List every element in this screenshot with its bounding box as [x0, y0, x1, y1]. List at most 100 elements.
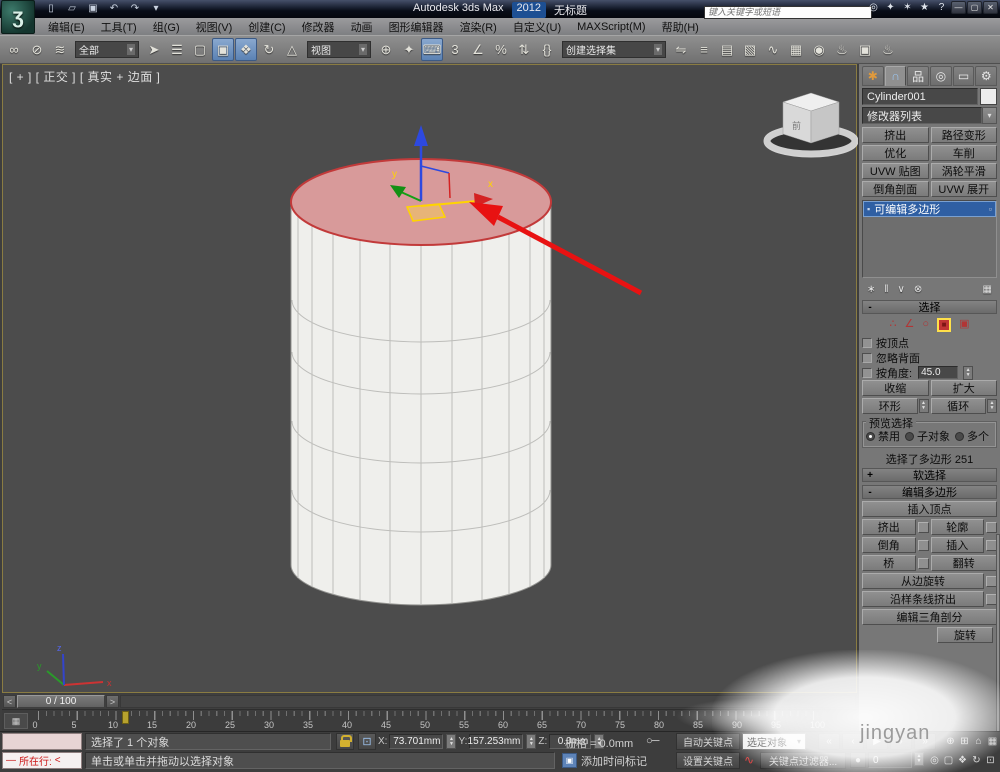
maximize-viewport-icon[interactable]: ⊡ — [984, 752, 997, 769]
by-vertex-checkbox[interactable]: 按顶点 — [862, 335, 997, 350]
loop-spinner[interactable] — [987, 399, 997, 413]
stack-item-status-icon[interactable]: ▫ — [989, 204, 992, 214]
frame-spinner[interactable] — [914, 752, 924, 766]
time-tag-icon[interactable]: ▣ — [562, 753, 577, 768]
remove-modifier-icon[interactable]: ⊗ — [914, 284, 922, 295]
shrink-button[interactable]: 收缩 — [862, 380, 929, 396]
key-mode-toggle-icon[interactable]: ● — [850, 752, 866, 768]
align-icon[interactable]: ≡ — [693, 38, 715, 61]
modifier-bevel-profile-button[interactable]: 倒角剖面 — [862, 181, 929, 197]
modifier-optimize-button[interactable]: 优化 — [862, 145, 929, 161]
tab-display[interactable]: ▭ — [953, 66, 975, 86]
menu-animation[interactable]: 动画 — [343, 18, 381, 35]
3dsmax-logo-icon[interactable]: ʒ — [1, 0, 35, 34]
unlink-selection-icon[interactable]: ⊘ — [26, 38, 48, 61]
viewcube[interactable]: 前 — [764, 93, 858, 156]
modifier-extrude-button[interactable]: 挤出 — [862, 127, 929, 143]
use-pivot-point-center-icon[interactable]: ⊕ — [375, 38, 397, 61]
y-coordinate-field[interactable]: 157.253mm — [469, 734, 523, 749]
go-to-end-icon[interactable]: » — [914, 733, 936, 750]
select-object-icon[interactable]: ➤ — [143, 38, 165, 61]
insert-vertex-button[interactable]: 插入顶点 — [862, 501, 997, 517]
infocenter-key-icon[interactable]: ✦ — [884, 2, 897, 13]
spinner-snap-icon[interactable]: ⇅ — [513, 38, 535, 61]
extrude-button[interactable]: 挤出 — [862, 519, 916, 535]
vertex-subobject-icon[interactable]: ∴ — [890, 319, 897, 330]
zoom-icon[interactable]: ⊕ — [944, 733, 957, 750]
bind-to-space-warp-icon[interactable]: ≋ — [49, 38, 71, 61]
percent-snap-icon[interactable]: % — [490, 38, 512, 61]
time-slider-track[interactable] — [120, 695, 856, 708]
schematic-view-icon[interactable]: ▦ — [785, 38, 807, 61]
menu-views[interactable]: 视图(V) — [188, 18, 241, 35]
select-and-manipulate-icon[interactable]: ✦ — [398, 38, 420, 61]
x-spinner[interactable] — [446, 734, 456, 749]
tab-utilities[interactable]: ⚙ — [975, 66, 997, 86]
search-icon[interactable]: ◎ — [867, 2, 880, 13]
element-subobject-icon[interactable]: ▣ — [959, 319, 969, 330]
previous-frame-step-button[interactable]: < — [3, 695, 16, 708]
communication-center-icon[interactable]: ✶ — [901, 2, 914, 13]
make-unique-icon[interactable]: ∨ — [898, 284, 905, 295]
checkbox-icon[interactable] — [862, 368, 872, 378]
modifier-list-dropdown[interactable]: 修改器列表 — [862, 107, 997, 124]
bevel-settings-icon[interactable] — [918, 540, 929, 551]
previous-frame-icon[interactable]: ‹ — [842, 733, 864, 750]
infocenter-search-input[interactable] — [704, 6, 872, 19]
next-frame-icon[interactable]: › — [890, 733, 912, 750]
menu-graph-editors[interactable]: 图形编辑器 — [381, 18, 452, 35]
absolute-mode-icon[interactable]: ⊡ — [358, 733, 376, 750]
modifier-uvw-unwrap-button[interactable]: UVW 展开 — [931, 181, 998, 197]
keyboard-shortcut-override-icon[interactable]: ⌨ — [421, 38, 443, 61]
tab-create[interactable]: ✱ — [862, 66, 884, 86]
minimize-button[interactable]: — — [951, 1, 966, 14]
maxscript-listener-line[interactable]: — 所在行: < — [2, 752, 82, 769]
command-panel-scrollbar[interactable] — [996, 534, 1000, 731]
modifier-lathe-button[interactable]: 车削 — [931, 145, 998, 161]
flip-button[interactable]: 翻转 — [931, 555, 998, 571]
layer-manager-icon[interactable]: ▤ — [716, 38, 738, 61]
maximize-button[interactable]: ▢ — [967, 1, 982, 14]
loop-button[interactable]: 循环 — [931, 398, 987, 414]
menu-modifiers[interactable]: 修改器 — [294, 18, 343, 35]
selection-filter-dropdown[interactable]: 全部 — [75, 41, 139, 58]
window-crossing-icon[interactable]: ▣ — [212, 38, 234, 61]
radio-icon[interactable] — [955, 432, 964, 441]
named-selection-sets-dropdown[interactable]: 创建选择集 — [562, 41, 666, 58]
pin-stack-icon[interactable]: ∗ — [867, 284, 875, 295]
track-bar[interactable]: ▦ 05101520253035404550556065707580859095… — [2, 709, 857, 731]
y-spinner[interactable] — [526, 734, 536, 749]
key-selection-dropdown[interactable]: 选定对象 — [742, 733, 806, 750]
bridge-settings-icon[interactable] — [918, 558, 929, 569]
edit-triangulation-button[interactable]: 编辑三角剖分 — [862, 609, 997, 625]
selection-region-icon[interactable]: ▢ — [189, 38, 211, 61]
modifier-list-arrow-icon[interactable] — [982, 107, 997, 124]
ring-spinner[interactable] — [919, 399, 929, 413]
time-configuration-icon[interactable]: ◎ — [928, 752, 941, 769]
preview-multiple-radio[interactable]: 多个 — [955, 428, 989, 444]
menu-help[interactable]: 帮助(H) — [654, 18, 707, 35]
modifier-turbosmooth-button[interactable]: 涡轮平滑 — [931, 163, 998, 179]
add-time-tag[interactable]: ▣ 添加时间标记 — [562, 752, 647, 769]
pan-icon[interactable]: ❖ — [956, 752, 969, 769]
render-production-icon[interactable]: ♨ — [877, 38, 899, 61]
edit-named-selection-sets-icon[interactable]: {} — [536, 38, 558, 61]
time-slider[interactable]: < 0 / 100 > — [2, 694, 857, 709]
zoom-region-icon[interactable]: ▢ — [942, 752, 955, 769]
open-file-icon[interactable]: ▱ — [63, 1, 81, 16]
next-frame-step-button[interactable]: > — [106, 695, 119, 708]
reference-coordinate-dropdown[interactable]: 视图 — [307, 41, 371, 58]
new-file-icon[interactable]: ▯ — [42, 1, 60, 16]
extrude-settings-icon[interactable] — [918, 522, 929, 533]
graphite-modeling-icon[interactable]: ▧ — [739, 38, 761, 61]
menu-tools[interactable]: 工具(T) — [93, 18, 145, 35]
angle-value-field[interactable]: 45.0 — [918, 366, 958, 379]
rendered-frame-window-icon[interactable]: ▣ — [854, 38, 876, 61]
auto-key-button[interactable]: 自动关键点 — [676, 733, 740, 750]
extrude-along-spline-button[interactable]: 沿样条线挤出 — [862, 591, 984, 607]
polygon-subobject-icon[interactable]: ■ — [937, 318, 951, 332]
by-angle-checkbox[interactable]: 按角度: 45.0 — [862, 365, 997, 380]
macro-recorder-field[interactable] — [2, 733, 82, 750]
zoom-extents-all-icon[interactable]: ▦ — [986, 733, 999, 750]
selection-lock-icon[interactable] — [336, 733, 354, 750]
